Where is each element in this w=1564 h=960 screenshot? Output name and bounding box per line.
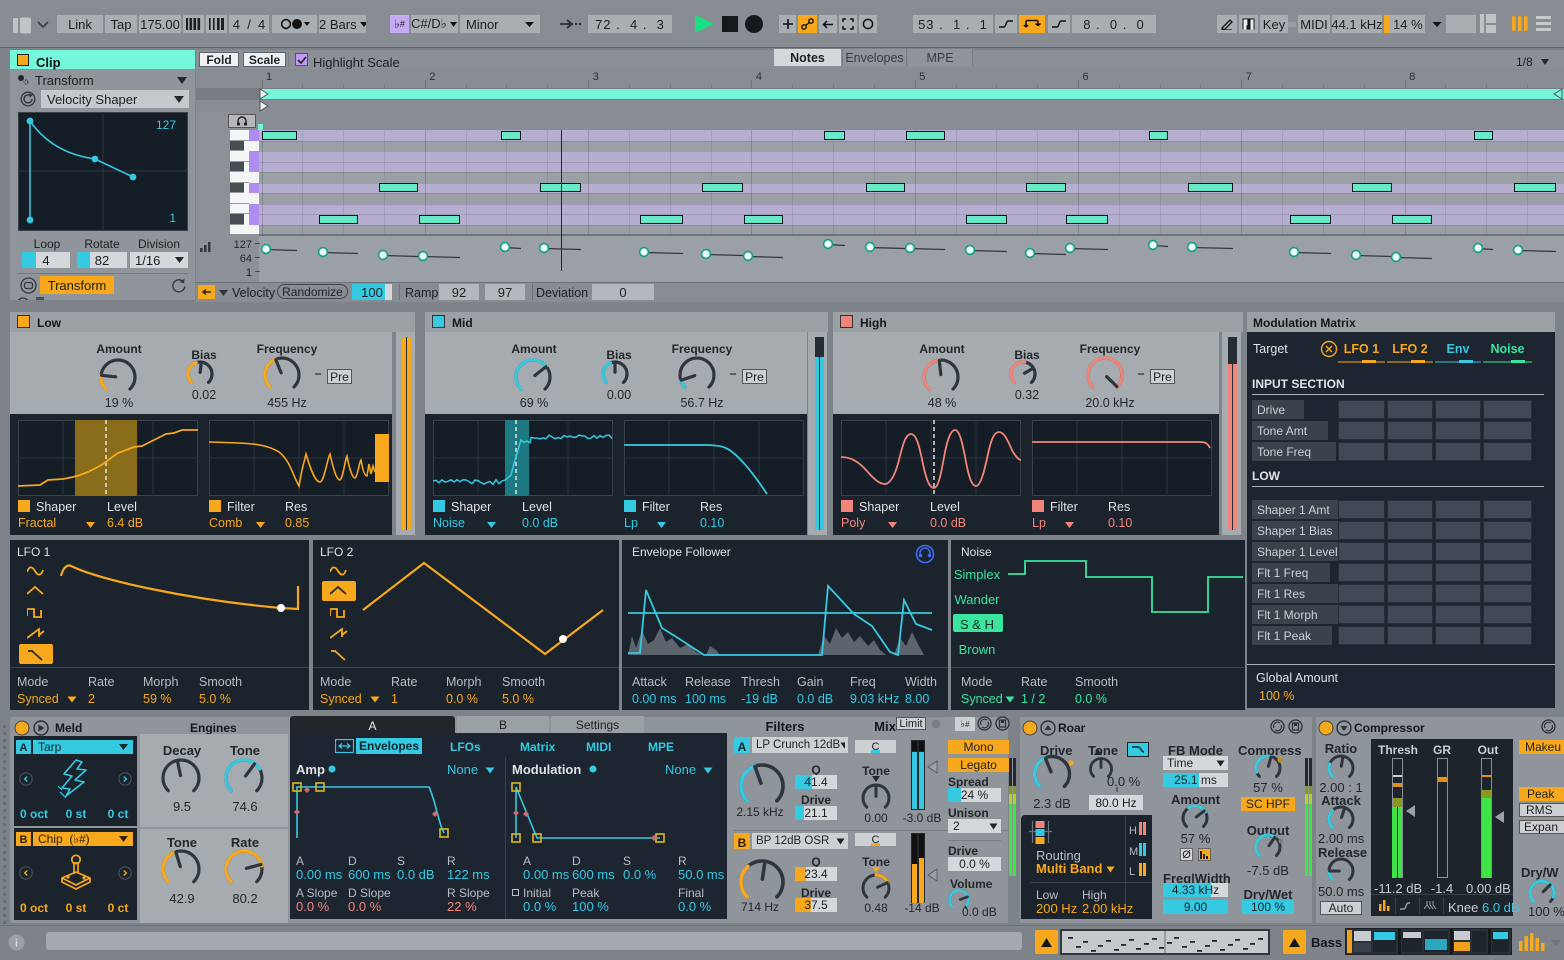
svg-text:127: 127 [156, 118, 176, 132]
svg-text:1: 1 [169, 211, 176, 225]
svg-text:i: i [15, 939, 18, 950]
